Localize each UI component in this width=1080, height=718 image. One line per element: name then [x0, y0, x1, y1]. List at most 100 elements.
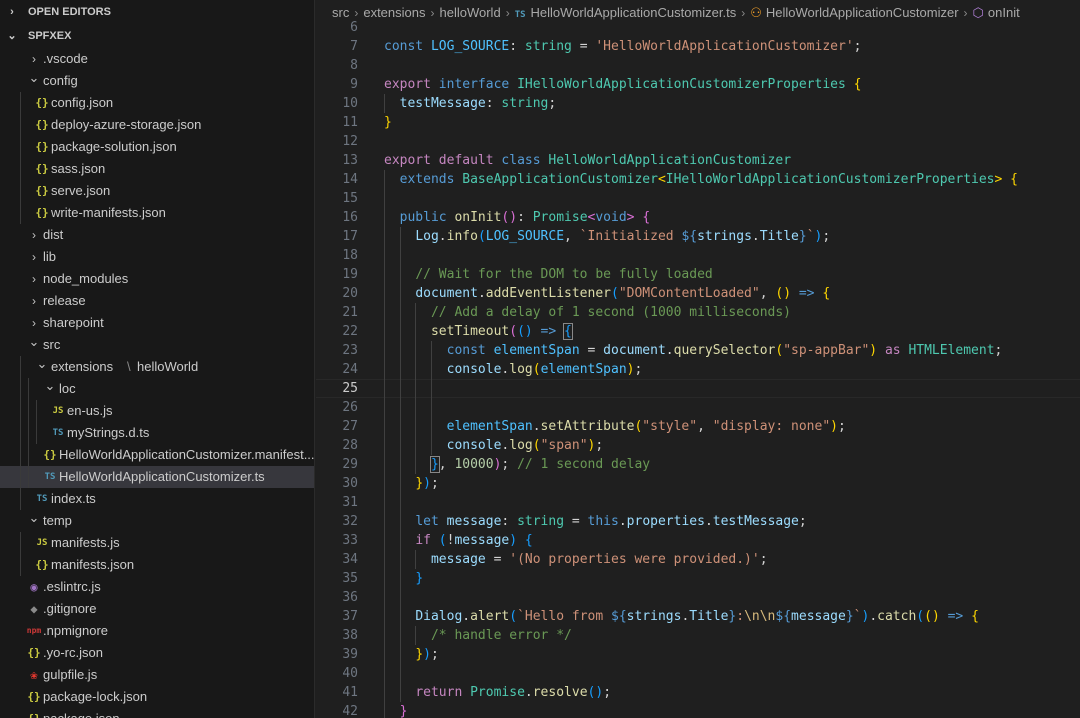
code-token: default	[438, 153, 502, 168]
code-line[interactable]: 40	[316, 664, 1080, 683]
file-item[interactable]: npm .npmignore	[0, 620, 314, 642]
code-line[interactable]: 41 return Promise.resolve();	[316, 683, 1080, 702]
code-line[interactable]: 22 setTimeout(() => {	[316, 322, 1080, 341]
file-item[interactable]: {} config.json	[0, 92, 314, 114]
code-area[interactable]: 6 7 const LOG_SOURCE: string = 'HelloWorld…	[316, 18, 1080, 718]
code-line[interactable]: 33 if (!message) {	[316, 531, 1080, 550]
file-item[interactable]: {} sass.json	[0, 158, 314, 180]
chevron-down-icon[interactable]: ⌄	[26, 70, 42, 86]
code-token: (	[438, 533, 447, 548]
code-line[interactable]: 37 Dialog.alert(`Hello from ${strings.Ti…	[316, 607, 1080, 626]
code-line[interactable]: 16 public onInit(): Promise<void> {	[316, 208, 1080, 227]
line-number: 27	[342, 419, 358, 434]
code-line[interactable]: 23 const elementSpan = document.querySel…	[316, 341, 1080, 360]
code-token: setAttribute	[540, 419, 635, 434]
code-line[interactable]: 35 }	[316, 569, 1080, 588]
open-editors-header[interactable]: › OPEN EDITORS	[0, 0, 314, 24]
breadcrumb-segment[interactable]: HelloWorldApplicationCustomizer	[766, 5, 959, 20]
code-token: \n\n	[744, 609, 776, 624]
file-item[interactable]: {} serve.json	[0, 180, 314, 202]
code-line[interactable]: 34 message = '(No properties were provid…	[316, 550, 1080, 569]
folder-item[interactable]: › .vscode	[0, 48, 314, 70]
chevron-right-icon[interactable]: ›	[26, 290, 42, 312]
code-line[interactable]: 12	[316, 132, 1080, 151]
code-line[interactable]: 9 export interface IHelloWorldApplication…	[316, 75, 1080, 94]
code-line[interactable]: 27 elementSpan.setAttribute("style", "di…	[316, 417, 1080, 436]
chevron-right-icon[interactable]: ›	[26, 224, 42, 246]
code-line[interactable]: 29 }, 10000); // 1 second delay	[316, 455, 1080, 474]
code-line[interactable]: 17 Log.info(LOG_SOURCE, `Initialized ${s…	[316, 227, 1080, 246]
tree-item-label: release	[43, 293, 86, 308]
code-line[interactable]: 36	[316, 588, 1080, 607]
code-line[interactable]: 30 });	[316, 474, 1080, 493]
file-item[interactable]: ❀ gulpfile.js	[0, 664, 314, 686]
file-item[interactable]: JS en-us.js	[0, 400, 314, 422]
breadcrumb-segment[interactable]: onInit	[988, 5, 1020, 20]
code-line[interactable]: 28 console.log("span");	[316, 436, 1080, 455]
code-line[interactable]: 13 export default class HelloWorldApplica…	[316, 151, 1080, 170]
chevron-right-icon[interactable]: ›	[26, 312, 42, 334]
folder-item[interactable]: › sharepoint	[0, 312, 314, 334]
folder-item[interactable]: › release	[0, 290, 314, 312]
code-token: ()	[517, 324, 533, 339]
file-item[interactable]: {} .yo-rc.json	[0, 642, 314, 664]
file-item[interactable]: {}package.json	[0, 708, 314, 718]
file-item[interactable]: JS manifests.js	[0, 532, 314, 554]
code-token: elementSpan	[446, 419, 533, 434]
file-item[interactable]: {} HelloWorldApplicationCustomizer.manife…	[0, 444, 314, 466]
code-line[interactable]: 18	[316, 246, 1080, 265]
breadcrumb-segment[interactable]: helloWorld	[440, 5, 501, 20]
code-line[interactable]: 7 const LOG_SOURCE: string = 'HelloWorldA…	[316, 37, 1080, 56]
folder-item[interactable]: › lib	[0, 246, 314, 268]
file-item[interactable]: TS index.ts	[0, 488, 314, 510]
file-item[interactable]: {} manifests.json	[0, 554, 314, 576]
chevron-right-icon[interactable]: ›	[26, 268, 42, 290]
breadcrumb-segment[interactable]: src	[332, 5, 349, 20]
code-line[interactable]: 15	[316, 189, 1080, 208]
code-line[interactable]: 14 extends BaseApplicationCustomizer<IHe…	[316, 170, 1080, 189]
folder-item[interactable]: ⌄ config	[0, 70, 314, 92]
code-line[interactable]: 20 document.addEventListener("DOMContent…	[316, 284, 1080, 303]
file-item[interactable]: TS myStrings.d.ts	[0, 422, 314, 444]
file-item[interactable]: TS HelloWorldApplicationCustomizer.ts	[0, 466, 314, 488]
code-line[interactable]: 19 // Wait for the DOM to be fully loade…	[316, 265, 1080, 284]
folder-item[interactable]: › dist	[0, 224, 314, 246]
code-text: }, 10000); // 1 second delay	[384, 455, 650, 474]
code-line[interactable]: 11}	[316, 113, 1080, 132]
file-item[interactable]: {} deploy-azure-storage.json	[0, 114, 314, 136]
folder-item[interactable]: ⌄ temp	[0, 510, 314, 532]
file-item[interactable]: {} package-lock.json	[0, 686, 314, 708]
code-line[interactable]: 25	[316, 379, 1080, 398]
code-line[interactable]: 24 console.log(elementSpan);	[316, 360, 1080, 379]
chevron-down-icon[interactable]: ⌄	[26, 510, 42, 526]
code-line[interactable]: 31	[316, 493, 1080, 512]
chevron-right-icon[interactable]: ›	[26, 48, 42, 70]
folder-item[interactable]: ⌄ extensions \ helloWorld	[0, 356, 314, 378]
file-item[interactable]: ◆ .gitignore	[0, 598, 314, 620]
chevron-down-icon[interactable]: ⌄	[26, 334, 42, 350]
folder-item[interactable]: ⌄ src	[0, 334, 314, 356]
code-line[interactable]: 26	[316, 398, 1080, 417]
code-line[interactable]: 42 }	[316, 702, 1080, 718]
file-item[interactable]: {} package-solution.json	[0, 136, 314, 158]
file-item[interactable]: ◉ .eslintrc.js	[0, 576, 314, 598]
code-line[interactable]: 32 let message: string = this.properties…	[316, 512, 1080, 531]
code-line[interactable]: 21 // Add a delay of 1 second (1000 mill…	[316, 303, 1080, 322]
breadcrumb-segment[interactable]: HelloWorldApplicationCustomizer.ts	[531, 5, 737, 20]
chevron-right-icon[interactable]: ›	[26, 246, 42, 268]
code-line[interactable]: 39 });	[316, 645, 1080, 664]
breadcrumb-segment[interactable]: extensions	[363, 5, 425, 20]
folder-item[interactable]: ⌄ loc	[0, 378, 314, 400]
chevron-down-icon[interactable]: ⌄	[34, 356, 50, 372]
line-number: 21	[342, 305, 358, 320]
code-line[interactable]: 10 testMessage: string;	[316, 94, 1080, 113]
code-line[interactable]: 38 /* handle error */	[316, 626, 1080, 645]
project-header[interactable]: ⌄ SPFXEX	[0, 24, 314, 48]
file-item[interactable]: {} write-manifests.json	[0, 202, 314, 224]
code-editor[interactable]: 6 7 const LOG_SOURCE: string = 'HelloWorld…	[316, 0, 1080, 718]
code-token: :	[509, 39, 525, 54]
code-line[interactable]: 8	[316, 56, 1080, 75]
folder-item[interactable]: › node_modules	[0, 268, 314, 290]
chevron-down-icon[interactable]: ⌄	[42, 378, 58, 394]
